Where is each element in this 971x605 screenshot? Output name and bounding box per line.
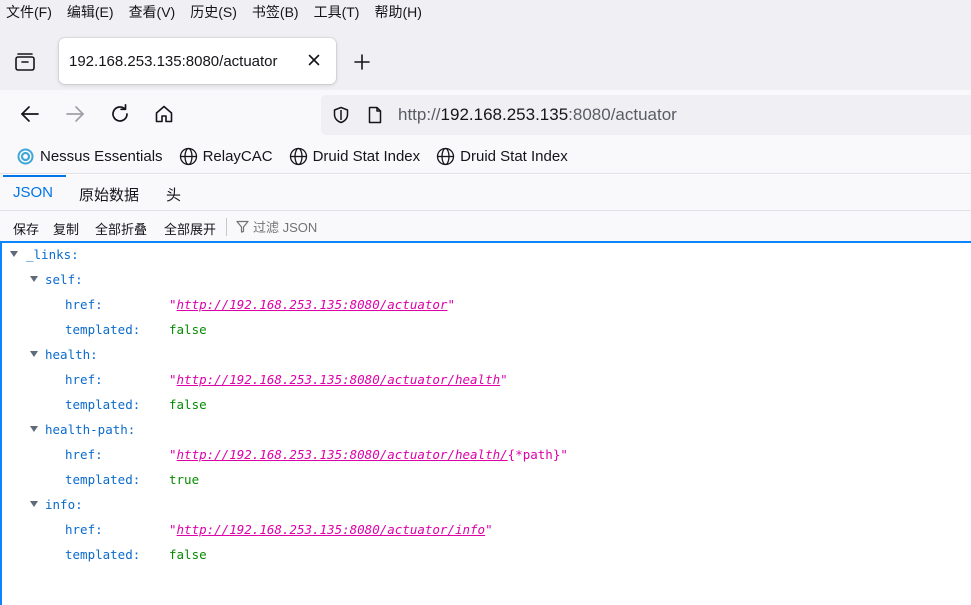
tree-row-templated[interactable]: templated: true	[2, 468, 971, 493]
tree-row-links[interactable]: _links:	[2, 243, 971, 268]
json-key: templated:	[65, 472, 141, 487]
filter-json-input[interactable]	[253, 217, 553, 237]
json-tree: _links: self: href: "http://192.168.253.…	[0, 243, 971, 605]
tree-row-href[interactable]: href: "http://192.168.253.135:8080/actua…	[2, 443, 971, 468]
url-text[interactable]: http://192.168.253.135:8080/actuator	[398, 105, 677, 125]
tab-json[interactable]: JSON	[13, 184, 53, 201]
json-key: templated:	[65, 547, 141, 562]
href-link[interactable]: http://192.168.253.135:8080/actuator/hea…	[177, 372, 501, 387]
expand-triangle-icon[interactable]	[30, 426, 38, 432]
filter-icon	[236, 220, 249, 233]
url-path: :8080/actuator	[568, 105, 677, 124]
url-host: 192.168.253.135	[440, 105, 569, 124]
bookmark-label: RelayCAC	[202, 148, 273, 165]
json-key: health-path:	[45, 422, 136, 437]
url-bar[interactable]: http://192.168.253.135:8080/actuator	[321, 95, 971, 135]
json-boolean-value: false	[169, 397, 207, 412]
href-link[interactable]: http://192.168.253.135:8080/actuator	[177, 297, 448, 312]
json-key: templated:	[65, 397, 141, 412]
bookmark-druid-stat-index-2[interactable]: Druid Stat Index	[436, 147, 568, 166]
save-button[interactable]: 保存	[13, 219, 39, 238]
tree-row-href[interactable]: href: "http://192.168.253.135:8080/actua…	[2, 368, 971, 393]
tree-row-templated[interactable]: templated: false	[2, 318, 971, 343]
href-link[interactable]: http://192.168.253.135:8080/actuator/inf…	[177, 522, 486, 537]
collapse-all-button[interactable]: 全部折叠	[95, 219, 147, 238]
expand-triangle-icon[interactable]	[30, 276, 38, 282]
globe-icon	[437, 147, 455, 166]
new-tab-plus-icon[interactable]	[352, 52, 372, 72]
tab-overview-icon[interactable]	[13, 50, 37, 74]
bookmark-label: Druid Stat Index	[312, 148, 421, 165]
json-toolbar: 保存 复制 全部折叠 全部展开	[0, 211, 971, 243]
json-viewer-tabs: JSON 原始数据 头	[0, 175, 971, 211]
json-string-value: "http://192.168.253.135:8080/actuator/he…	[169, 447, 568, 462]
json-key: self:	[45, 272, 83, 287]
json-key: health:	[45, 347, 98, 362]
navigation-bar: http://192.168.253.135:8080/actuator	[0, 90, 971, 140]
json-key: href:	[65, 447, 103, 462]
bookmarks-toolbar: Nessus Essentials RelayCAC Druid Stat In…	[0, 140, 971, 174]
json-string-value: "http://192.168.253.135:8080/actuator"	[169, 297, 455, 312]
copy-button[interactable]: 复制	[53, 219, 79, 238]
back-arrow-icon[interactable]	[19, 103, 41, 125]
json-string-value: "http://192.168.253.135:8080/actuator/in…	[169, 522, 493, 537]
page-icon[interactable]	[367, 106, 383, 124]
json-boolean-value: true	[169, 472, 200, 487]
tab-strip: 192.168.253.135:8080/actuator	[0, 24, 971, 90]
tab-headers[interactable]: 头	[166, 184, 181, 205]
expand-all-button[interactable]: 全部展开	[164, 219, 216, 238]
globe-icon	[179, 147, 197, 166]
menu-bookmarks[interactable]: 书签(B)	[252, 2, 299, 22]
tree-row-templated[interactable]: templated: false	[2, 393, 971, 418]
close-icon[interactable]	[306, 52, 322, 68]
json-boolean-value: false	[169, 322, 207, 337]
expand-triangle-icon[interactable]	[30, 351, 38, 357]
nessus-icon	[17, 148, 34, 165]
active-tab-indicator	[3, 175, 66, 177]
menu-view[interactable]: 查看(V)	[129, 2, 176, 22]
globe-icon	[289, 147, 307, 166]
forward-arrow-icon[interactable]	[64, 103, 86, 125]
tree-row-info[interactable]: info:	[2, 493, 971, 518]
url-scheme: http://	[398, 105, 441, 124]
tree-row-self[interactable]: self:	[2, 268, 971, 293]
json-key: href:	[65, 522, 103, 537]
menu-history[interactable]: 历史(S)	[190, 2, 237, 22]
menu-tools[interactable]: 工具(T)	[314, 2, 360, 22]
json-string-value: "http://192.168.253.135:8080/actuator/he…	[169, 372, 508, 387]
bookmark-relaycac[interactable]: RelayCAC	[179, 147, 273, 166]
menu-edit[interactable]: 编辑(E)	[67, 2, 114, 22]
tree-row-health[interactable]: health:	[2, 343, 971, 368]
json-key: templated:	[65, 322, 141, 337]
json-boolean-value: false	[169, 547, 207, 562]
tab-actuator[interactable]: 192.168.253.135:8080/actuator	[59, 38, 336, 84]
menu-help[interactable]: 帮助(H)	[374, 2, 421, 22]
home-icon[interactable]	[153, 103, 175, 125]
tree-row-templated[interactable]: templated: false	[2, 543, 971, 568]
tree-row-health-path[interactable]: health-path:	[2, 418, 971, 443]
bookmark-label: Nessus Essentials	[40, 148, 163, 165]
tree-row-href[interactable]: href: "http://192.168.253.135:8080/actua…	[2, 293, 971, 318]
reload-icon[interactable]	[109, 103, 131, 125]
href-link[interactable]: http://192.168.253.135:8080/actuator/hea…	[177, 447, 508, 462]
tab-title: 192.168.253.135:8080/actuator	[69, 52, 278, 70]
json-key: info:	[45, 497, 83, 512]
menu-file[interactable]: 文件(F)	[6, 2, 52, 22]
tab-raw-data[interactable]: 原始数据	[79, 184, 139, 205]
menu-bar: 文件(F) 编辑(E) 查看(V) 历史(S) 书签(B) 工具(T) 帮助(H…	[0, 0, 971, 24]
tree-row-href[interactable]: href: "http://192.168.253.135:8080/actua…	[2, 518, 971, 543]
json-key: href:	[65, 372, 103, 387]
expand-triangle-icon[interactable]	[30, 501, 38, 507]
bookmark-druid-stat-index[interactable]: Druid Stat Index	[289, 147, 421, 166]
json-key: href:	[65, 297, 103, 312]
json-key: _links:	[26, 247, 79, 262]
bookmark-label: Druid Stat Index	[460, 148, 568, 165]
bookmark-nessus-essentials[interactable]: Nessus Essentials	[16, 147, 163, 166]
expand-triangle-icon[interactable]	[10, 251, 18, 257]
toolbar-divider	[226, 218, 227, 236]
shield-icon[interactable]	[332, 106, 350, 124]
